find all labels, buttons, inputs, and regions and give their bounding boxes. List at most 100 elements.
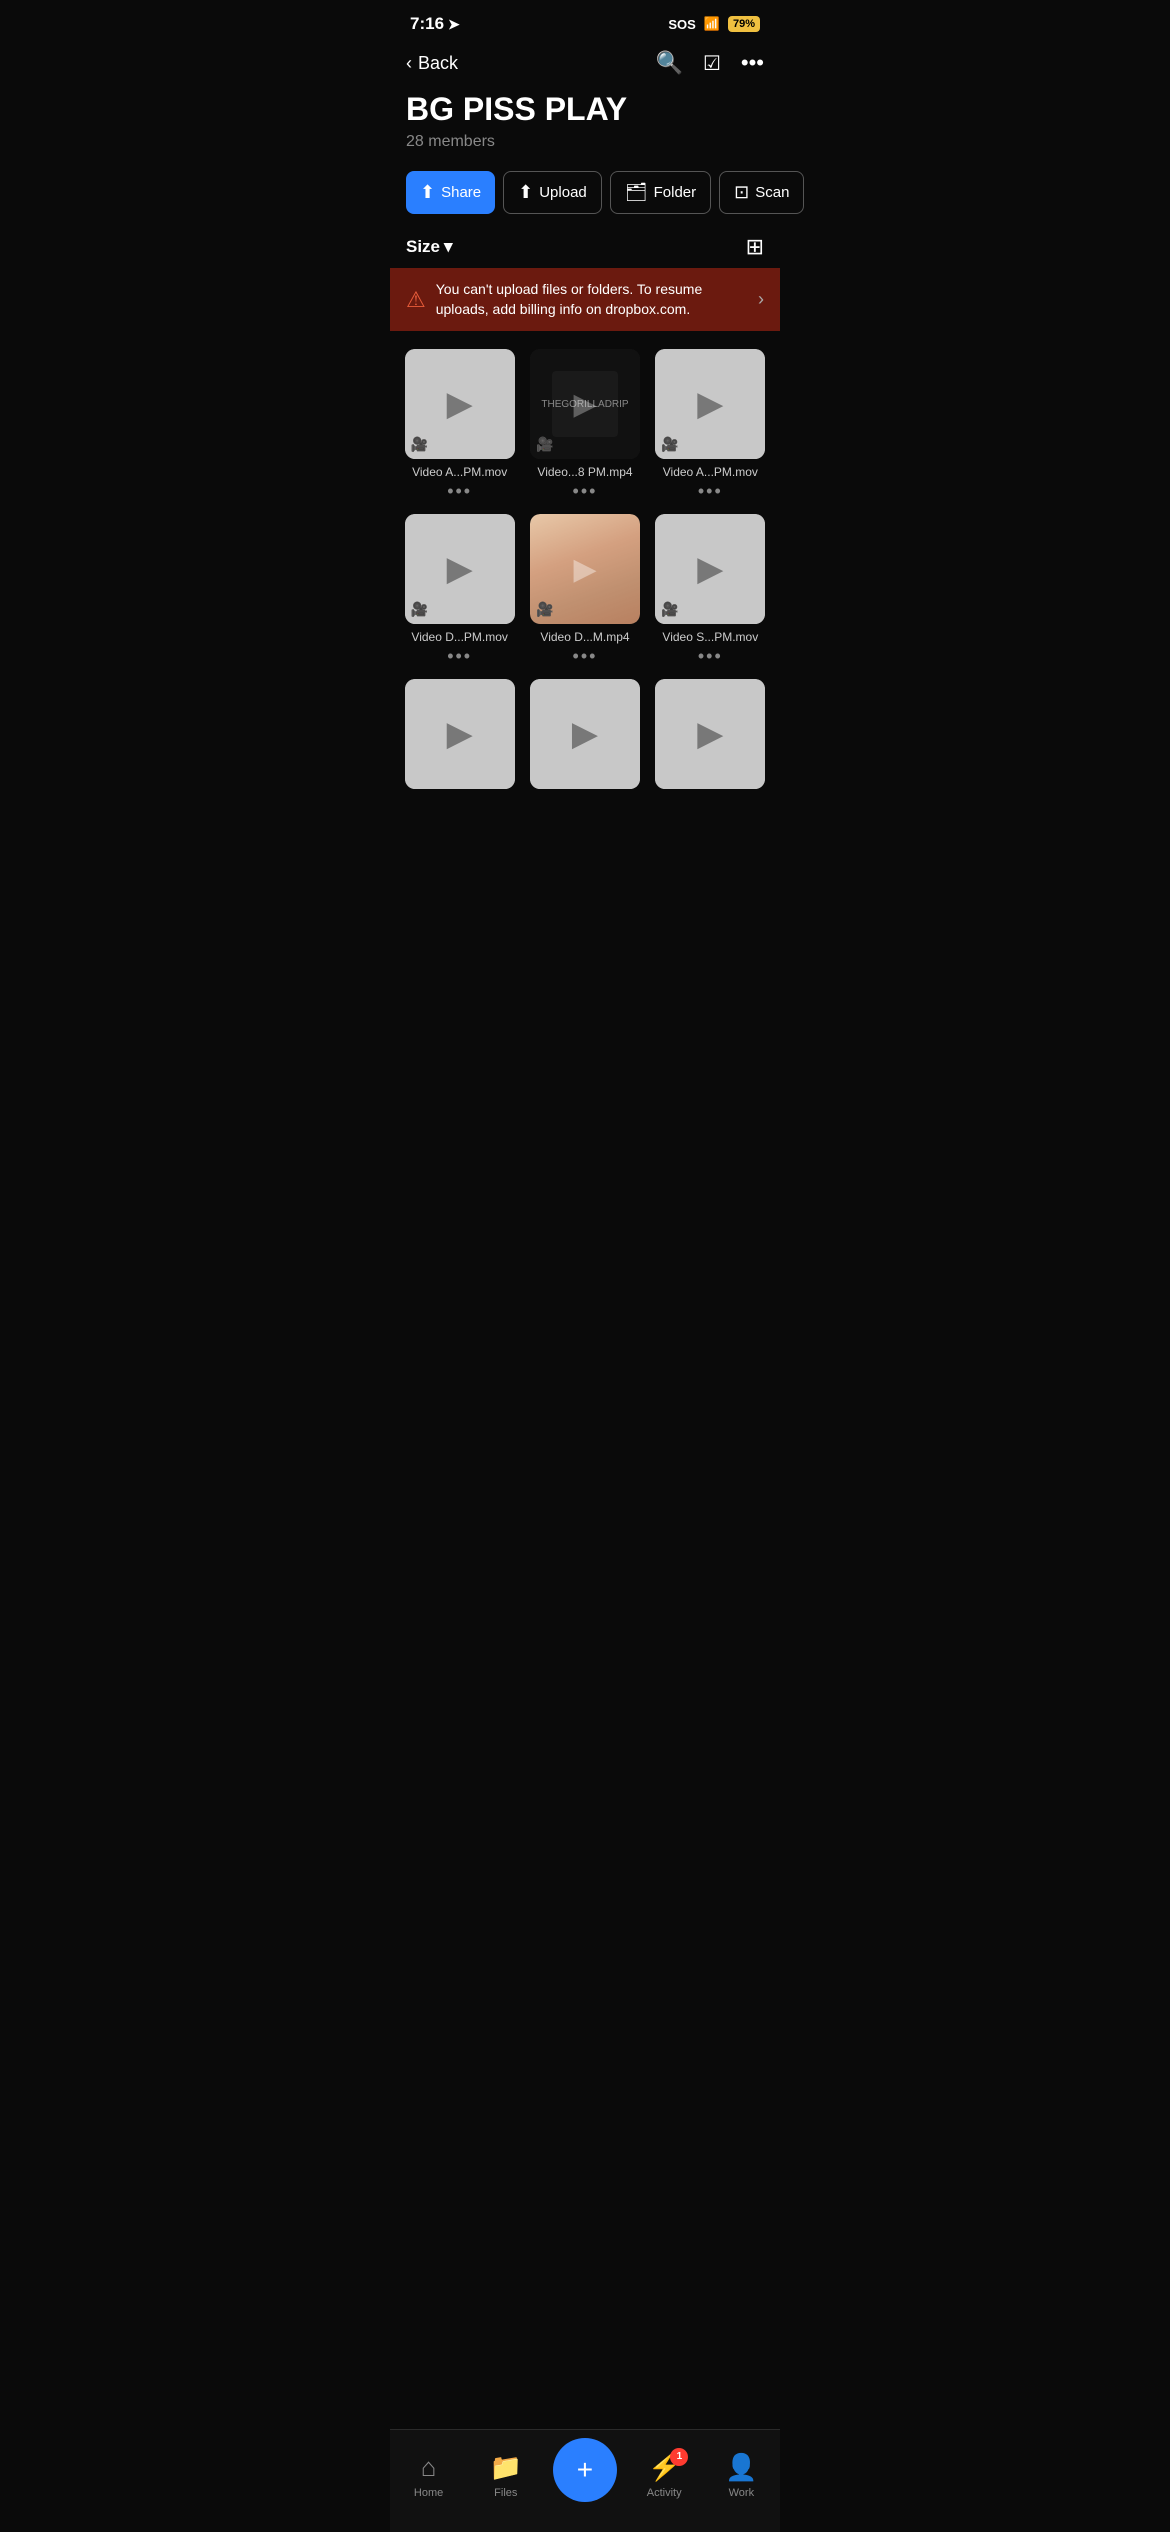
video-thumbnail: ▶ 🎥: [655, 349, 765, 459]
scan-label: Scan: [755, 184, 789, 201]
back-chevron-icon: ‹: [406, 53, 412, 74]
list-item[interactable]: ▶ 🎥 Video A...PM.mov •••: [398, 343, 521, 506]
video-camera-icon: 🎥: [661, 601, 678, 618]
video-thumbnail: ▶ 🎥: [530, 514, 640, 624]
scan-icon: ⊡: [734, 182, 749, 203]
activity-label: Activity: [647, 2487, 682, 2499]
video-camera-icon: 🎥: [411, 436, 428, 453]
video-thumbnail: ▶ 🎥: [405, 514, 515, 624]
members-count: 28 members: [406, 133, 764, 151]
video-thumbnail: ▶ 🎥: [655, 514, 765, 624]
activity-badge: 1: [670, 2448, 688, 2466]
play-icon: ▶: [447, 384, 473, 424]
folder-button[interactable]: 🗂 Folder: [610, 171, 711, 214]
search-icon[interactable]: 🔍: [656, 50, 683, 76]
sort-chevron-icon: ▾: [444, 237, 453, 257]
file-name: Video D...PM.mov: [402, 630, 517, 644]
files-label: Files: [494, 2487, 517, 2499]
list-item[interactable]: ▶ 🎥 Video D...M.mp4 •••: [523, 508, 646, 671]
file-more-button[interactable]: •••: [573, 481, 598, 502]
battery-badge: 79%: [728, 16, 760, 32]
video-thumbnail: ▶: [655, 679, 765, 789]
header: ‹ Back 🔍 ☑ •••: [390, 42, 780, 88]
warning-text: You can't upload files or folders. To re…: [436, 280, 748, 319]
sort-label-text: Size: [406, 237, 440, 257]
back-label: Back: [418, 53, 458, 74]
play-icon: ▶: [697, 549, 723, 589]
share-label: Share: [441, 184, 481, 201]
list-item[interactable]: ▶ 🎥 Video A...PM.mov •••: [649, 343, 772, 506]
sos-text: SOS: [668, 17, 695, 32]
wifi-icon: 📶: [704, 16, 720, 32]
warning-banner[interactable]: ⚠ You can't upload files or folders. To …: [390, 268, 780, 331]
nav-files[interactable]: 📁 Files: [476, 2452, 536, 2499]
file-more-button[interactable]: •••: [698, 646, 723, 667]
folder-icon: 🗂: [625, 182, 648, 203]
nav-activity[interactable]: ⚡ 1 Activity: [634, 2452, 694, 2499]
play-icon: ▶: [573, 387, 596, 422]
sort-button[interactable]: Size ▾: [406, 237, 453, 257]
list-item[interactable]: ▶: [398, 673, 521, 793]
status-bar: 7:16 ➤ SOS 📶 79%: [390, 0, 780, 42]
video-camera-icon: 🎥: [536, 436, 553, 453]
activity-badge-container: ⚡ 1: [648, 2452, 680, 2483]
play-icon: ▶: [447, 549, 473, 589]
video-thumbnail: ▶: [405, 679, 515, 789]
file-more-button[interactable]: •••: [447, 481, 472, 502]
work-label: Work: [729, 2487, 754, 2499]
add-icon: +: [577, 2454, 593, 2486]
action-buttons: ⬆ Share ⬆ Upload 🗂 Folder ⊡ Scan: [390, 163, 780, 226]
title-section: BG PISS PLAY 28 members: [390, 88, 780, 163]
home-icon: ⌂: [421, 2452, 437, 2483]
video-thumbnail: ▶ 🎥: [405, 349, 515, 459]
work-icon: 👤: [725, 2452, 757, 2483]
file-name: Video A...PM.mov: [653, 465, 768, 479]
play-icon: ▶: [697, 714, 723, 754]
location-icon: ➤: [448, 16, 460, 33]
list-item[interactable]: ▶ 🎥 Video S...PM.mov •••: [649, 508, 772, 671]
file-name: Video D...M.mp4: [527, 630, 642, 644]
time-display: 7:16: [410, 14, 444, 34]
scan-button[interactable]: ⊡ Scan: [719, 171, 804, 214]
video-camera-icon: 🎥: [536, 601, 553, 618]
list-item[interactable]: ▶: [523, 673, 646, 793]
list-item[interactable]: ▶: [649, 673, 772, 793]
video-thumbnail: THEGORILLADRIP ▶ 🎥: [530, 349, 640, 459]
files-icon: 📁: [490, 2452, 522, 2483]
file-name: Video...8 PM.mp4: [527, 465, 642, 479]
grid-toggle-icon[interactable]: ⊞: [746, 234, 764, 260]
file-name: Video S...PM.mov: [653, 630, 768, 644]
share-button[interactable]: ⬆ Share: [406, 171, 495, 214]
folder-title: BG PISS PLAY: [406, 92, 764, 127]
list-item[interactable]: THEGORILLADRIP ▶ 🎥 Video...8 PM.mp4 •••: [523, 343, 646, 506]
play-icon: ▶: [573, 552, 596, 587]
play-icon: ▶: [447, 714, 473, 754]
file-name: Video A...PM.mov: [402, 465, 517, 479]
nav-work[interactable]: 👤 Work: [711, 2452, 771, 2499]
play-icon: ▶: [697, 384, 723, 424]
status-icons: SOS 📶 79%: [668, 16, 760, 32]
add-button[interactable]: +: [553, 2438, 617, 2502]
status-time: 7:16 ➤: [410, 14, 460, 34]
video-camera-icon: 🎥: [661, 436, 678, 453]
folder-label: Folder: [654, 184, 697, 201]
home-label: Home: [414, 2487, 443, 2499]
file-more-button[interactable]: •••: [447, 646, 472, 667]
more-icon[interactable]: •••: [741, 50, 764, 76]
header-actions: 🔍 ☑ •••: [656, 50, 764, 76]
warning-chevron-icon: ›: [758, 289, 764, 310]
file-more-button[interactable]: •••: [698, 481, 723, 502]
nav-home[interactable]: ⌂ Home: [399, 2452, 459, 2499]
warning-icon: ⚠: [406, 287, 426, 313]
select-icon[interactable]: ☑: [703, 51, 721, 76]
video-camera-icon: 🎥: [411, 601, 428, 618]
back-button[interactable]: ‹ Back: [406, 53, 458, 74]
file-grid: ▶ 🎥 Video A...PM.mov ••• THEGORILLADRIP …: [390, 331, 780, 793]
upload-label: Upload: [539, 184, 587, 201]
list-item[interactable]: ▶ 🎥 Video D...PM.mov •••: [398, 508, 521, 671]
bottom-nav: ⌂ Home 📁 Files + ⚡ 1 Activity 👤 Work: [390, 2429, 780, 2532]
file-more-button[interactable]: •••: [573, 646, 598, 667]
upload-icon: ⬆: [518, 182, 533, 203]
sort-row: Size ▾ ⊞: [390, 226, 780, 268]
upload-button[interactable]: ⬆ Upload: [503, 171, 602, 214]
